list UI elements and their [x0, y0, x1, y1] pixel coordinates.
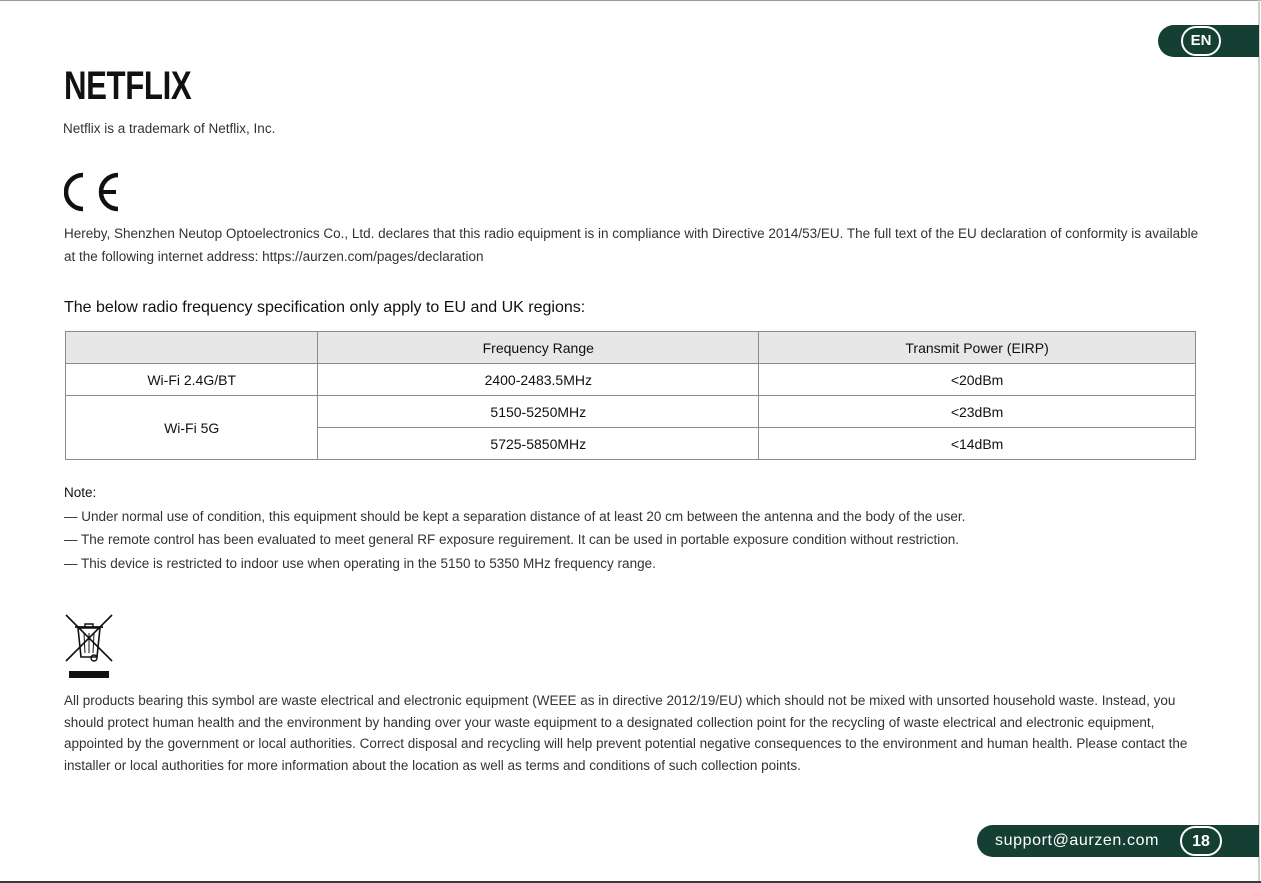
- notes-section: Note: — Under normal use of condition, t…: [64, 481, 965, 575]
- frequency-cell: 5725-5850MHz: [317, 427, 760, 460]
- notes-title: Note:: [64, 485, 97, 500]
- power-cell: <20dBm: [758, 363, 1196, 396]
- support-email: support@aurzen.com: [995, 832, 1160, 849]
- note-item: — The remote control has been evaluated …: [64, 532, 960, 547]
- column-header-power: Transmit Power (EIRP): [758, 331, 1196, 364]
- rf-spec-table: Frequency Range Transmit Power (EIRP) Wi…: [64, 331, 1196, 460]
- table-row: Wi-Fi 5G 5150-5250MHz <23dBm: [64, 395, 1196, 460]
- crossed-out-wheelie-bin-icon: [64, 613, 114, 684]
- table-header-row: Frequency Range Transmit Power (EIRP): [64, 331, 1196, 364]
- band-cell: Wi-Fi 5G: [64, 395, 319, 460]
- frequency-cell: 2400-2483.5MHz: [317, 363, 760, 396]
- column-header-frequency: Frequency Range: [317, 331, 760, 364]
- netflix-logo: NETFLIX: [64, 64, 192, 108]
- power-cell: <23dBm: [758, 395, 1196, 428]
- page-top-border: [0, 0, 1261, 1]
- page-right-border: [1258, 0, 1260, 883]
- band-cell: Wi-Fi 2.4G/BT: [64, 363, 319, 396]
- frequency-cell: 5150-5250MHz: [317, 395, 760, 428]
- table-row: Wi-Fi 2.4G/BT 2400-2483.5MHz <20dBm: [64, 363, 1196, 396]
- column-header-band: [64, 331, 319, 364]
- ce-mark-icon: [63, 171, 124, 218]
- note-item: — Under normal use of condition, this eq…: [64, 508, 966, 524]
- ce-declaration: Hereby, Shenzhen Neutop Optoelectronics …: [64, 226, 1199, 264]
- note-item: — This device is restricted to indoor us…: [64, 555, 656, 571]
- page-number: 18: [1180, 826, 1222, 856]
- trademark-notice: Netflix is a trademark of Netflix, Inc.: [63, 121, 276, 136]
- weee-disposal-text: All products bearing this symbol are was…: [64, 693, 1188, 774]
- language-badge: EN: [1181, 26, 1221, 56]
- power-cell: <14dBm: [758, 427, 1196, 460]
- rf-spec-heading: The below radio frequency specification …: [64, 299, 586, 316]
